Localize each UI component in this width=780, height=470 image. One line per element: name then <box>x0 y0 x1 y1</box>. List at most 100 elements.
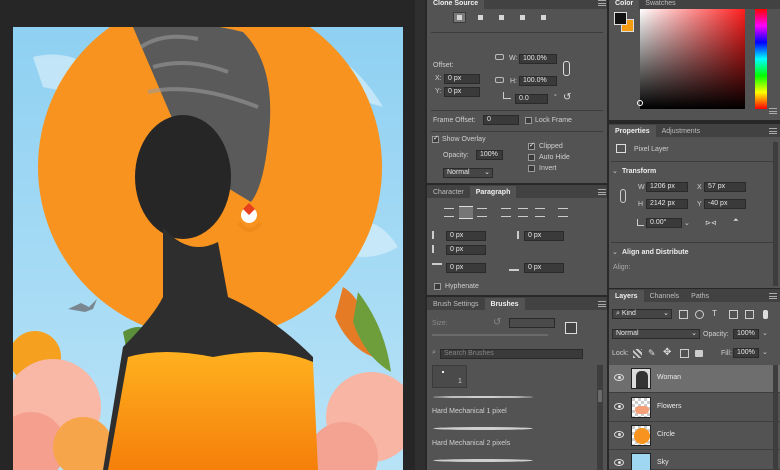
properties-scrollbar[interactable] <box>773 142 778 286</box>
layer-row-sky[interactable]: Sky <box>609 450 780 470</box>
reset-transform-icon[interactable]: ↺ <box>563 92 571 103</box>
layer-row-flowers[interactable]: Flowers <box>609 394 780 422</box>
eye-icon[interactable] <box>614 459 624 466</box>
new-brush-icon[interactable] <box>565 322 577 334</box>
brush-search-input[interactable]: Search Brushes <box>440 349 583 359</box>
clone-source-4-button[interactable] <box>516 12 529 23</box>
tab-paragraph[interactable]: Paragraph <box>469 186 517 198</box>
chevron-down-icon[interactable]: ⌄ <box>612 248 618 256</box>
clone-source-menu-icon[interactable] <box>598 0 606 6</box>
tab-properties[interactable]: Properties <box>609 125 656 137</box>
tab-swatches[interactable]: Swatches <box>639 0 681 9</box>
prop-y-field[interactable]: -40 px <box>704 199 746 209</box>
layers-menu-icon[interactable] <box>769 293 777 299</box>
clipped-checkbox[interactable] <box>528 141 535 150</box>
lock-transparent-icon[interactable] <box>633 349 642 358</box>
filter-toggle-icon[interactable] <box>763 310 768 319</box>
tab-clone-source[interactable]: Clone Source <box>427 0 485 9</box>
foreground-color-swatch[interactable] <box>614 12 627 25</box>
show-overlay-checkbox[interactable] <box>432 134 439 143</box>
tab-brushes[interactable]: Brushes <box>484 298 525 310</box>
filter-adjustment-icon[interactable] <box>695 310 704 319</box>
hue-slider[interactable] <box>755 9 767 109</box>
document-scrollbar[interactable] <box>415 0 425 470</box>
tab-adjustments[interactable]: Adjustments <box>656 125 707 137</box>
prop-w-field[interactable]: 1206 px <box>646 182 688 192</box>
link-icon[interactable] <box>563 61 570 76</box>
align-right-icon[interactable] <box>477 208 487 217</box>
prop-x-field[interactable]: 57 px <box>704 182 746 192</box>
link-icon[interactable] <box>620 189 626 203</box>
artwork-canvas[interactable] <box>13 27 403 470</box>
frame-offset-field[interactable]: 0 <box>483 115 519 125</box>
clone-source-5-button[interactable] <box>537 12 550 23</box>
filter-pixel-icon[interactable] <box>679 310 688 319</box>
chevron-down-icon[interactable]: ⌄ <box>612 167 618 175</box>
layers-scrollbar[interactable] <box>773 365 778 470</box>
align-section-label[interactable]: Align and Distribute <box>622 249 689 256</box>
color-field[interactable] <box>640 9 745 109</box>
tab-layers[interactable]: Layers <box>609 290 644 302</box>
chevron-down-icon[interactable]: ⌄ <box>762 329 768 337</box>
auto-hide-checkbox[interactable] <box>528 154 535 161</box>
space-before-field[interactable]: 0 px <box>446 263 486 273</box>
tab-channels[interactable]: Channels <box>644 290 686 302</box>
lock-move-icon[interactable]: ✥ <box>663 347 671 358</box>
tab-brush-settings[interactable]: Brush Settings <box>427 298 485 310</box>
prop-angle-field[interactable]: 0.00° <box>646 218 682 228</box>
offset-y-field[interactable]: 0 px <box>444 87 480 97</box>
clone-source-3-button[interactable] <box>495 12 508 23</box>
prop-h-field[interactable]: 2142 px <box>646 199 688 209</box>
justify-all-icon[interactable] <box>558 208 568 217</box>
reset-size-icon[interactable]: ↺ <box>493 317 501 328</box>
color-picker-cursor[interactable] <box>637 100 643 106</box>
lock-artboard-icon[interactable] <box>680 349 689 358</box>
indent-right-field[interactable]: 0 px <box>524 231 564 241</box>
indent-left-field[interactable]: 0 px <box>446 231 486 241</box>
overlay-blend-select[interactable]: Normal ⌄ <box>443 168 493 178</box>
filter-smart-object-icon[interactable] <box>745 310 754 319</box>
lock-paint-icon[interactable]: ✎ <box>648 348 656 359</box>
layer-row-circle[interactable]: Circle <box>609 422 780 450</box>
chevron-down-icon[interactable]: ⌄ <box>684 219 690 227</box>
blend-mode-select[interactable]: Normal ⌄ <box>612 329 700 339</box>
angle-field[interactable]: 0.0 <box>515 94 548 104</box>
chevron-down-icon[interactable]: ⌄ <box>762 348 768 356</box>
properties-menu-icon[interactable] <box>769 128 777 134</box>
paragraph-menu-icon[interactable] <box>598 189 606 195</box>
justify-last-center-icon[interactable] <box>518 208 528 217</box>
indent-first-line-field[interactable]: 0 px <box>446 245 486 255</box>
brush-preset-tile[interactable]: 1 <box>432 365 467 388</box>
space-after-field[interactable]: 0 px <box>524 263 564 273</box>
brush-size-slider[interactable] <box>432 334 548 336</box>
tab-paths[interactable]: Paths <box>685 290 715 302</box>
brush-item[interactable]: Hard Mechanical 2 pixels <box>429 424 539 454</box>
flip-vertical-icon[interactable]: ⏶ <box>733 217 739 225</box>
filter-type-icon[interactable]: T <box>712 309 717 318</box>
eye-icon[interactable] <box>614 403 624 410</box>
eye-icon[interactable] <box>614 431 624 438</box>
layer-filter-select[interactable]: ⌕ Kind ⌄ <box>612 309 672 319</box>
brushes-scroll-thumb[interactable] <box>598 390 602 402</box>
brushes-menu-icon[interactable] <box>598 301 606 307</box>
hyphenate-checkbox[interactable] <box>434 283 441 290</box>
lock-all-icon[interactable] <box>695 350 703 357</box>
lock-frame-checkbox[interactable] <box>525 117 532 124</box>
clone-source-2-button[interactable] <box>474 12 487 23</box>
invert-checkbox[interactable] <box>528 165 535 172</box>
flip-horizontal-icon[interactable]: ⊳⊲ <box>705 219 717 227</box>
justify-last-left-icon[interactable] <box>501 208 511 217</box>
overlay-opacity-field[interactable]: 100% <box>476 150 503 160</box>
fill-field[interactable]: 100% <box>733 348 759 358</box>
clone-source-1-button[interactable] <box>453 12 466 23</box>
brush-item[interactable]: Hard Mechanical 1 pixel <box>429 391 539 421</box>
brush-item[interactable] <box>429 454 539 468</box>
layer-row-woman[interactable]: Woman <box>609 365 780 393</box>
tab-character[interactable]: Character <box>427 186 470 198</box>
align-center-icon[interactable] <box>459 206 473 219</box>
color-menu-icon[interactable] <box>769 108 777 114</box>
brush-size-field[interactable] <box>509 318 555 328</box>
offset-x-field[interactable]: 0 px <box>444 74 480 84</box>
justify-last-right-icon[interactable] <box>535 208 545 217</box>
eye-icon[interactable] <box>614 374 624 381</box>
